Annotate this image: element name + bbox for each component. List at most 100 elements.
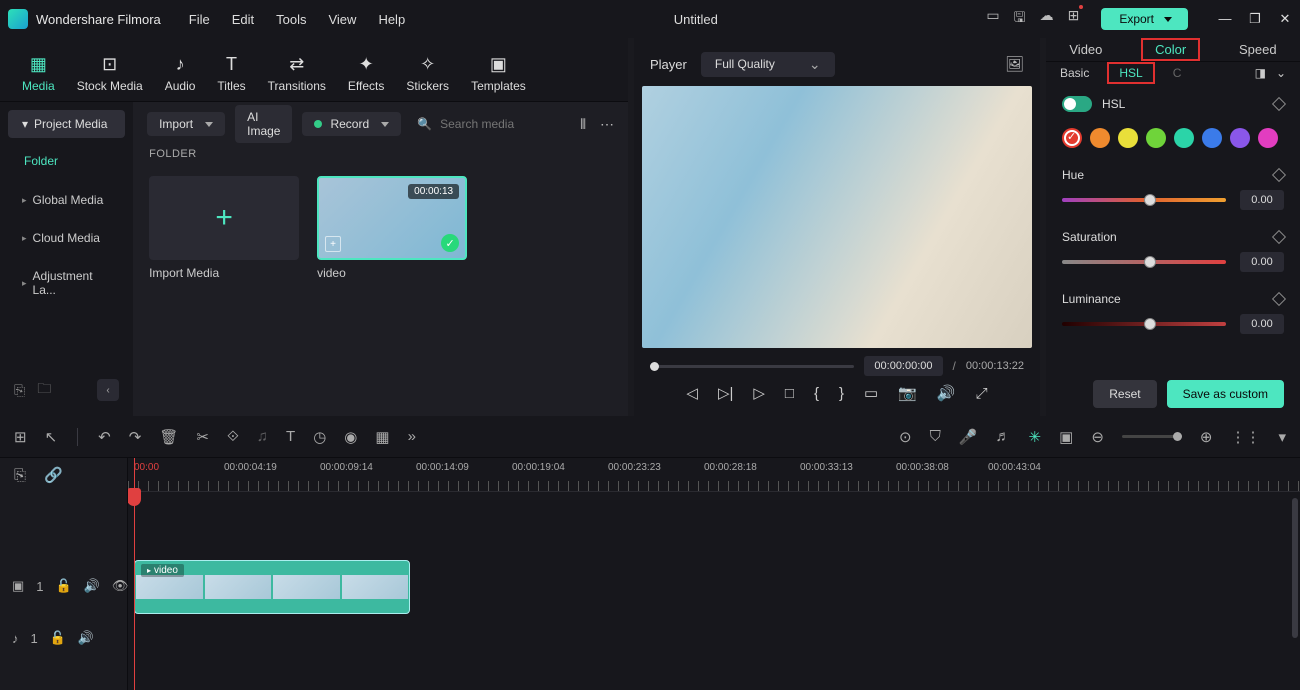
folder-icon[interactable]: 🗀	[37, 378, 51, 402]
playhead[interactable]	[134, 458, 135, 690]
saturation-keyframe-icon[interactable]	[1272, 230, 1286, 244]
new-folder-icon[interactable]: ⎘	[14, 382, 25, 399]
display-icon[interactable]: ▭	[864, 384, 878, 402]
sidebar-cloud-media[interactable]: Cloud Media	[8, 222, 125, 254]
lock-icon[interactable]: 🔓	[56, 578, 72, 594]
menu-file[interactable]: File	[189, 12, 210, 27]
swatch-blue[interactable]	[1202, 128, 1222, 148]
apps-icon[interactable]: ⊞	[14, 428, 27, 446]
hue-slider[interactable]	[1062, 198, 1226, 202]
crop-icon[interactable]: ⟐	[227, 428, 239, 445]
prev-frame-icon[interactable]: ◁	[686, 384, 698, 402]
stop-icon[interactable]: □	[785, 385, 794, 402]
zoom-in-icon[interactable]: ⊕	[1200, 428, 1213, 446]
saturation-value[interactable]: 0.00	[1240, 252, 1284, 272]
swatch-magenta[interactable]	[1258, 128, 1278, 148]
folder-link[interactable]: Folder	[8, 144, 125, 178]
shield-icon[interactable]: ⛉	[930, 428, 941, 445]
keyframe-icon[interactable]	[1272, 97, 1286, 111]
compare-icon[interactable]: ◨	[1255, 66, 1266, 80]
search-input[interactable]	[440, 117, 570, 131]
marker-dot-icon[interactable]: ⊙	[899, 428, 912, 446]
swatch-orange[interactable]	[1090, 128, 1110, 148]
sidebar-global-media[interactable]: Global Media	[8, 184, 125, 216]
subtab-c[interactable]: C	[1173, 66, 1182, 80]
speed-icon[interactable]: ◷	[313, 428, 326, 446]
split-icon[interactable]: ✂	[196, 428, 209, 446]
marker-icon[interactable]: ▣	[1059, 428, 1073, 446]
mark-out-icon[interactable]: }	[839, 385, 844, 402]
tab-media[interactable]: ▦Media	[22, 53, 55, 93]
video-track-header[interactable]: ▣1 🔓 🔊 👁	[0, 560, 127, 612]
tab-effects[interactable]: ✦Effects	[348, 53, 384, 93]
minimize-icon[interactable]: —	[1218, 11, 1232, 27]
link-layers-icon[interactable]: ⎘	[14, 467, 26, 484]
mic-icon[interactable]: 🎤	[959, 428, 978, 446]
undo-icon[interactable]: ↶	[98, 428, 111, 446]
save-custom-button[interactable]: Save as custom	[1167, 380, 1284, 408]
collapse-sidebar-button[interactable]: ‹	[97, 379, 119, 401]
play-icon[interactable]: ▷	[753, 384, 765, 402]
swatch-green[interactable]	[1146, 128, 1166, 148]
timeline-tracks[interactable]: 00:00 00:00:04:19 00:00:09:14 00:00:14:0…	[128, 458, 1300, 690]
redo-icon[interactable]: ↷	[129, 428, 142, 446]
tab-templates[interactable]: ▣Templates	[471, 53, 526, 93]
play-backward-icon[interactable]: ▷|	[718, 384, 733, 402]
hsl-toggle[interactable]	[1062, 96, 1092, 112]
mixer-icon[interactable]: ♬	[996, 428, 1011, 445]
video-viewport[interactable]	[642, 86, 1032, 348]
ai-image-button[interactable]: AI Image	[235, 105, 292, 143]
timeline-ruler[interactable]: 00:00 00:00:04:19 00:00:09:14 00:00:14:0…	[128, 458, 1300, 492]
snapshot-icon[interactable]: 🖼	[1005, 55, 1024, 73]
magnet-icon[interactable]: ✳	[1029, 428, 1042, 446]
subtab-hsl[interactable]: HSL	[1107, 62, 1154, 84]
tab-titles[interactable]: TTitles	[217, 53, 245, 93]
cloud-icon[interactable]: ☁	[1040, 7, 1054, 31]
music-icon[interactable]: ♫	[257, 428, 268, 445]
subtab-basic[interactable]: Basic	[1060, 66, 1089, 80]
mute-icon[interactable]: 🔊	[78, 630, 94, 646]
swatch-aqua[interactable]	[1174, 128, 1194, 148]
fullscreen-icon[interactable]: ⤢	[976, 385, 988, 402]
color-icon[interactable]: ◉	[344, 428, 357, 446]
zoom-slider[interactable]	[1122, 435, 1182, 438]
import-media-tile[interactable]: + Import Media	[149, 176, 299, 280]
volume-icon[interactable]: 🔊	[937, 384, 956, 402]
tab-video[interactable]: Video	[1061, 38, 1110, 61]
export-button[interactable]: Export	[1101, 8, 1188, 30]
tab-audio[interactable]: ♪Audio	[165, 53, 196, 93]
menu-tools[interactable]: Tools	[276, 12, 306, 27]
project-media-button[interactable]: ▾ Project Media	[8, 110, 125, 138]
add-to-timeline-icon[interactable]: +	[325, 236, 341, 252]
tab-color[interactable]: Color	[1141, 38, 1200, 61]
reset-button[interactable]: Reset	[1093, 380, 1156, 408]
camera-icon[interactable]: 📷	[898, 384, 917, 402]
maximize-icon[interactable]: ❐	[1248, 11, 1262, 27]
grip-icon[interactable]: ⋮⋮	[1230, 428, 1260, 446]
monitor-icon[interactable]: ▭	[986, 7, 999, 31]
zoom-out-icon[interactable]: ⊖	[1091, 428, 1104, 446]
swatch-purple[interactable]	[1230, 128, 1250, 148]
timeline-clip-video[interactable]: video	[134, 560, 410, 614]
tab-stock-media[interactable]: ⊡Stock Media	[77, 53, 143, 93]
mark-in-icon[interactable]: {	[814, 385, 819, 402]
chevron-down-icon[interactable]: ▾	[1278, 428, 1286, 446]
luminance-keyframe-icon[interactable]	[1272, 292, 1286, 306]
hue-keyframe-icon[interactable]	[1272, 168, 1286, 182]
pointer-icon[interactable]: ↖	[45, 428, 58, 446]
link-icon[interactable]: 🔗	[44, 466, 63, 484]
tab-stickers[interactable]: ✧Stickers	[406, 53, 449, 93]
quality-dropdown[interactable]: Full Quality	[701, 52, 835, 77]
menu-view[interactable]: View	[328, 12, 356, 27]
chevron-down-icon[interactable]: ⌄	[1276, 66, 1286, 80]
menu-edit[interactable]: Edit	[232, 12, 254, 27]
luminance-value[interactable]: 0.00	[1240, 314, 1284, 334]
swatch-red[interactable]	[1062, 128, 1082, 148]
mute-icon[interactable]: 🔊	[84, 578, 100, 594]
filter-icon[interactable]: ⫴	[580, 116, 586, 133]
luminance-slider[interactable]	[1062, 322, 1226, 326]
media-thumb-video[interactable]: 00:00:13 + ✓ video	[317, 176, 467, 280]
sidebar-adjustment-layer[interactable]: Adjustment La...	[8, 260, 125, 306]
more-icon[interactable]: ⋯	[600, 116, 614, 133]
audio-track-header[interactable]: ♪1 🔓 🔊	[0, 612, 127, 664]
